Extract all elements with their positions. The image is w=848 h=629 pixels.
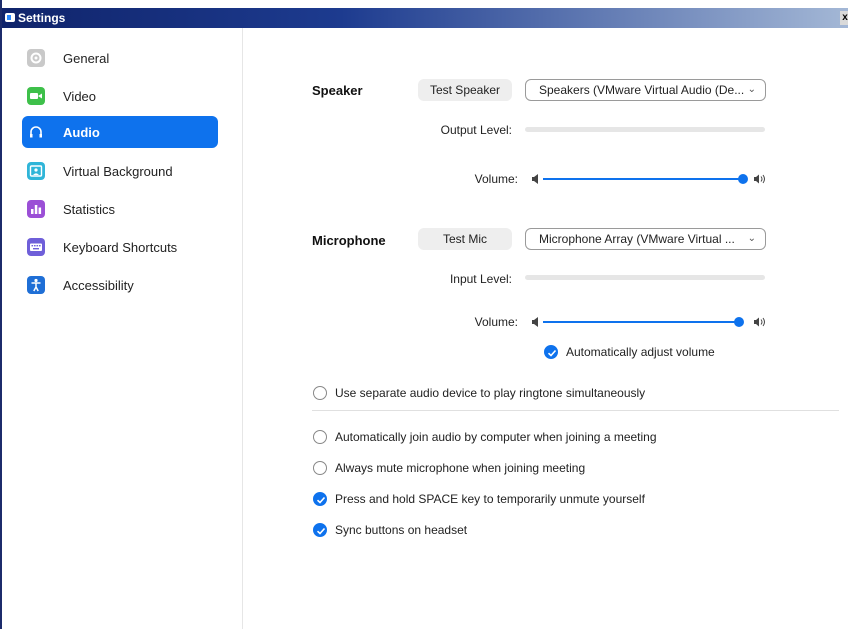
chevron-down-icon: ⌄: [747, 84, 756, 95]
test-speaker-button[interactable]: Test Speaker: [418, 79, 512, 101]
option-label: Always mute microphone when joining meet…: [335, 461, 586, 475]
sync-headset-buttons-option[interactable]: Sync buttons on headset: [313, 522, 833, 540]
input-level-meter: [525, 275, 765, 280]
option-label: Sync buttons on headset: [335, 523, 468, 537]
input-level-label: Input Level:: [449, 272, 512, 286]
settings-window: Settings x General Video Audio Virtual B…: [0, 0, 848, 629]
sidebar-item-video[interactable]: Video: [22, 80, 218, 112]
auto-adjust-volume-label: Automatically adjust volume: [566, 345, 715, 359]
accessibility-person-icon: [27, 276, 45, 294]
options-divider: [312, 410, 839, 411]
microphone-volume-track: [543, 321, 739, 323]
video-camera-icon: [27, 87, 45, 105]
sidebar: General Video Audio Virtual Background S…: [4, 28, 243, 629]
sidebar-item-accessibility[interactable]: Accessibility: [22, 269, 218, 301]
sidebar-item-keyboard-shortcuts[interactable]: Keyboard Shortcuts: [22, 231, 218, 263]
sidebar-item-label: Keyboard Shortcuts: [63, 240, 178, 255]
microphone-volume-slider[interactable]: [531, 314, 767, 330]
speaker-volume-slider[interactable]: [531, 171, 767, 187]
mic-high-volume-icon: [753, 315, 767, 332]
microphone-device-select[interactable]: Microphone Array (VMware Virtual ... ⌄: [525, 228, 766, 250]
microphone-volume-knob[interactable]: [734, 317, 744, 327]
speaker-device-value: Speakers (VMware Virtual Audio (De...: [539, 83, 745, 97]
microphone-section-label: Microphone: [312, 233, 386, 248]
window-title: Settings: [18, 11, 66, 25]
close-button[interactable]: x: [840, 11, 848, 25]
separate-ringtone-device-option[interactable]: Use separate audio device to play ringto…: [313, 385, 833, 403]
title-bar: Settings x: [2, 8, 848, 28]
virtual-background-icon: [27, 162, 45, 180]
auto-adjust-volume-option[interactable]: Automatically adjust volume: [544, 344, 844, 362]
option-label: Press and hold SPACE key to temporarily …: [335, 492, 645, 506]
speaker-section-label: Speaker: [312, 83, 363, 98]
chevron-down-icon: ⌄: [747, 233, 756, 244]
sidebar-item-statistics[interactable]: Statistics: [22, 193, 218, 225]
bar-chart-icon: [27, 200, 45, 218]
option-checkbox[interactable]: [313, 461, 327, 475]
sidebar-item-label: Accessibility: [63, 278, 134, 293]
sidebar-item-label: General: [63, 51, 110, 66]
sidebar-item-label: Video: [63, 89, 97, 104]
auto-join-audio-option[interactable]: Automatically join audio by computer whe…: [313, 429, 833, 447]
option-label: Use separate audio device to play ringto…: [335, 386, 646, 400]
always-mute-mic-option[interactable]: Always mute microphone when joining meet…: [313, 460, 833, 478]
option-checkbox[interactable]: [313, 523, 327, 537]
speaker-low-volume-icon: [531, 172, 540, 189]
mic-low-volume-icon: [531, 315, 540, 332]
microphone-volume-label: Volume:: [474, 315, 518, 329]
output-level-label: Output Level:: [440, 123, 512, 137]
sidebar-item-label: Virtual Background: [63, 164, 173, 179]
test-mic-button[interactable]: Test Mic: [418, 228, 512, 250]
sidebar-item-general[interactable]: General: [22, 42, 218, 74]
speaker-volume-track: [543, 178, 743, 180]
headphones-icon: [27, 123, 45, 141]
space-to-unmute-option[interactable]: Press and hold SPACE key to temporarily …: [313, 491, 833, 509]
option-checkbox[interactable]: [313, 492, 327, 506]
speaker-volume-label: Volume:: [474, 172, 518, 186]
speaker-high-volume-icon: [753, 172, 767, 189]
microphone-device-value: Microphone Array (VMware Virtual ...: [539, 232, 735, 246]
zoom-app-icon: [5, 13, 15, 22]
output-level-meter: [525, 127, 765, 132]
sidebar-item-audio[interactable]: Audio: [22, 116, 218, 148]
speaker-device-select[interactable]: Speakers (VMware Virtual Audio (De... ⌄: [525, 79, 766, 101]
keyboard-icon: [27, 238, 45, 256]
audio-settings-panel: Speaker Test Speaker Speakers (VMware Vi…: [244, 28, 848, 629]
sidebar-item-label: Audio: [63, 125, 100, 140]
sidebar-item-virtual-background[interactable]: Virtual Background: [22, 155, 218, 187]
gear-icon: [27, 49, 45, 67]
auto-adjust-volume-checkbox[interactable]: [544, 345, 558, 359]
option-checkbox[interactable]: [313, 430, 327, 444]
option-checkbox[interactable]: [313, 386, 327, 400]
option-label: Automatically join audio by computer whe…: [335, 430, 657, 444]
sidebar-item-label: Statistics: [63, 202, 116, 217]
speaker-volume-knob[interactable]: [738, 174, 748, 184]
